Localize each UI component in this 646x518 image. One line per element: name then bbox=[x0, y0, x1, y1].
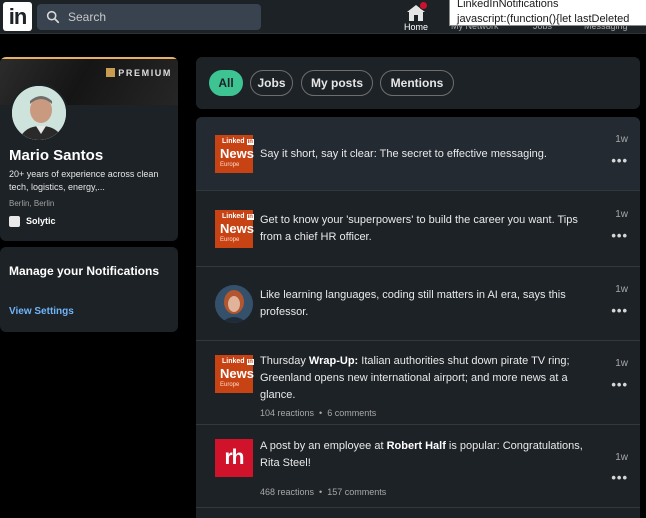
notification-time: 1w bbox=[615, 358, 628, 369]
notification-badge bbox=[419, 1, 428, 10]
linkedin-news-icon: Linked in News Europe bbox=[215, 355, 254, 393]
profile-name[interactable]: Mario Santos bbox=[9, 147, 103, 164]
filter-all-button[interactable]: All bbox=[209, 70, 243, 96]
profile-headline: 20+ years of experience across clean tec… bbox=[9, 169, 159, 192]
notification-text: A post by an employee at Robert Half is … bbox=[260, 438, 600, 472]
notification-text-bold: Wrap-Up: bbox=[308, 355, 359, 367]
news-icon-in-badge: in bbox=[246, 139, 254, 145]
robert-half-logo-icon: rh bbox=[215, 439, 253, 477]
search-box[interactable] bbox=[37, 4, 261, 30]
filter-jobs-button[interactable]: Jobs bbox=[250, 70, 293, 96]
more-options-icon[interactable]: ••• bbox=[611, 470, 628, 485]
manage-title: Manage your Notifications bbox=[9, 264, 160, 278]
comments-count[interactable]: 157 comments bbox=[327, 487, 386, 497]
notification-stats: 104 reactions • 6 comments bbox=[260, 408, 377, 418]
filter-my-posts-button[interactable]: My posts bbox=[301, 70, 373, 96]
notification-text: Like learning languages, coding still ma… bbox=[260, 289, 566, 318]
notification-text: Say it short, say it clear: The secret t… bbox=[260, 148, 547, 160]
news-icon-region: Europe bbox=[220, 237, 240, 243]
news-icon-text: Linked bbox=[222, 213, 245, 220]
notification-text-prefix: A post by an employee at bbox=[260, 440, 387, 452]
person-photo-icon bbox=[215, 285, 253, 323]
tooltip-title: LinkedInNotifications bbox=[457, 0, 559, 10]
filter-bar: All Jobs My posts Mentions bbox=[196, 57, 640, 109]
linkedin-logo-icon[interactable]: in bbox=[3, 2, 32, 31]
nav-home-label: Home bbox=[403, 22, 428, 32]
linkedin-news-icon: Linked in News Europe bbox=[215, 210, 254, 248]
news-icon-title: News bbox=[220, 221, 254, 236]
more-options-icon[interactable]: ••• bbox=[611, 228, 628, 243]
news-icon-title: News bbox=[220, 366, 254, 381]
notification-time: 1w bbox=[615, 209, 628, 220]
notifications-feed: Linked in News Europe Say it short, say i… bbox=[196, 117, 640, 518]
news-icon-in-badge: in bbox=[246, 359, 254, 365]
company-logo-icon bbox=[9, 216, 20, 227]
nav-home[interactable]: Home bbox=[399, 1, 433, 33]
search-icon bbox=[46, 10, 60, 24]
profile-location: Berlin, Berlin bbox=[9, 199, 55, 208]
news-icon-title: News bbox=[220, 146, 254, 161]
reactions-count[interactable]: 104 reactions bbox=[260, 408, 314, 418]
notification-item[interactable]: Like learning languages, coding still ma… bbox=[196, 267, 640, 341]
tooltip-url: javascript:(function(){let lastDeleted bbox=[457, 13, 630, 25]
avatar-photo-icon bbox=[12, 86, 66, 140]
more-options-icon[interactable]: ••• bbox=[611, 153, 628, 168]
notification-text: Get to know your 'superpowers' to build … bbox=[260, 214, 578, 243]
filter-mentions-button[interactable]: Mentions bbox=[380, 70, 454, 96]
avatar[interactable] bbox=[10, 84, 68, 142]
author-avatar bbox=[215, 285, 253, 323]
more-options-icon[interactable]: ••• bbox=[611, 377, 628, 392]
news-icon-text: Linked bbox=[222, 358, 245, 365]
more-options-icon[interactable]: ••• bbox=[611, 303, 628, 318]
reactions-count[interactable]: 468 reactions bbox=[260, 487, 314, 497]
notification-stats: 468 reactions • 157 comments bbox=[260, 487, 387, 497]
company-name: Solytic bbox=[26, 216, 56, 226]
notification-item[interactable]: Linked in News Europe Thursday Wrap-Up: I… bbox=[196, 341, 640, 425]
notification-time: 1w bbox=[615, 284, 628, 295]
linkedin-news-icon: Linked in News Europe bbox=[215, 135, 254, 173]
comments-count[interactable]: 6 comments bbox=[327, 408, 376, 418]
profile-card: PREMIUM Mario Santos 20+ years of experi… bbox=[0, 57, 178, 241]
search-input[interactable] bbox=[68, 8, 248, 26]
news-icon-in-badge: in bbox=[246, 214, 254, 220]
top-nav: in Home My Network Jobs Messaging Linked… bbox=[0, 0, 646, 34]
premium-badge: PREMIUM bbox=[106, 68, 172, 78]
news-icon-region: Europe bbox=[220, 382, 240, 388]
view-settings-link[interactable]: View Settings bbox=[9, 306, 74, 317]
notification-time: 1w bbox=[615, 134, 628, 145]
news-icon-text: Linked bbox=[222, 138, 245, 145]
manage-notifications-card: Manage your Notifications View Settings bbox=[0, 247, 178, 332]
news-icon-region: Europe bbox=[220, 162, 240, 168]
notification-text-prefix: Thursday bbox=[260, 355, 309, 367]
notification-text-bold: Robert Half bbox=[386, 440, 446, 452]
bookmarklet-tooltip: LinkedInNotifications javascript:(functi… bbox=[449, 0, 646, 26]
notification-text: Thursday Wrap-Up: Italian authorities sh… bbox=[260, 353, 600, 404]
notification-item[interactable]: rh A post by an employee at Robert Half … bbox=[196, 425, 640, 508]
notification-time: 1w bbox=[615, 452, 628, 463]
notification-item[interactable]: Linked in News Europe Get to know your 's… bbox=[196, 191, 640, 267]
notification-item[interactable]: Linked in News Europe Say it short, say i… bbox=[196, 117, 640, 191]
